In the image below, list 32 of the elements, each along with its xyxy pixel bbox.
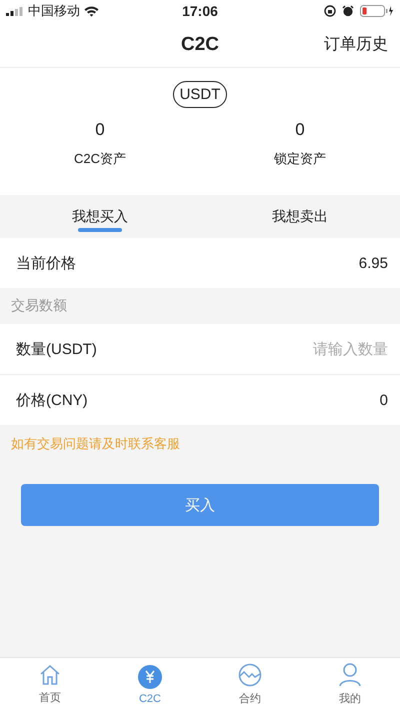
field-label: 数量(USDT) [16,340,97,358]
price-value: 6.95 [358,254,388,272]
trade-tab[interactable]: 我想买入 [0,195,200,238]
asset-amount: 0 [295,120,305,140]
home-icon [39,664,61,686]
asset-label: 锁定资产 [274,150,326,168]
asset-amount: 0 [95,120,105,140]
rotation-lock-icon [324,5,336,17]
asset-label: C2C资产 [74,150,126,168]
field-value: 0 [380,392,388,408]
wifi-icon [84,6,99,16]
signal-icon [6,6,24,16]
nav-tab[interactable]: 首页 [0,658,100,711]
price-label: 当前价格 [16,254,76,272]
hint-text: 如有交易问题请及时联系客服 [11,434,180,452]
currency-chip[interactable]: USDT [172,81,228,108]
nav-tab[interactable]: 合约 [200,658,300,711]
person-icon [339,663,361,687]
nav-tab[interactable]: C2C [100,658,200,711]
alarm-icon [342,5,354,17]
page-title: C2C [180,34,219,56]
order-history-link[interactable]: 订单历史 [324,34,388,55]
buy-button[interactable]: 买入 [21,484,379,526]
battery-icon [360,5,394,17]
nav-tab[interactable]: 我的 [300,658,400,711]
carrier-name: 中国移动 [28,2,80,20]
clock-time: 17:06 [182,3,218,19]
section-label: 交易数额 [11,297,67,315]
trade-tab[interactable]: 我想卖出 [200,195,400,238]
wave-circle-icon [238,663,262,687]
yen-coin-icon [138,664,162,688]
field-label: 价格(CNY) [16,390,88,410]
